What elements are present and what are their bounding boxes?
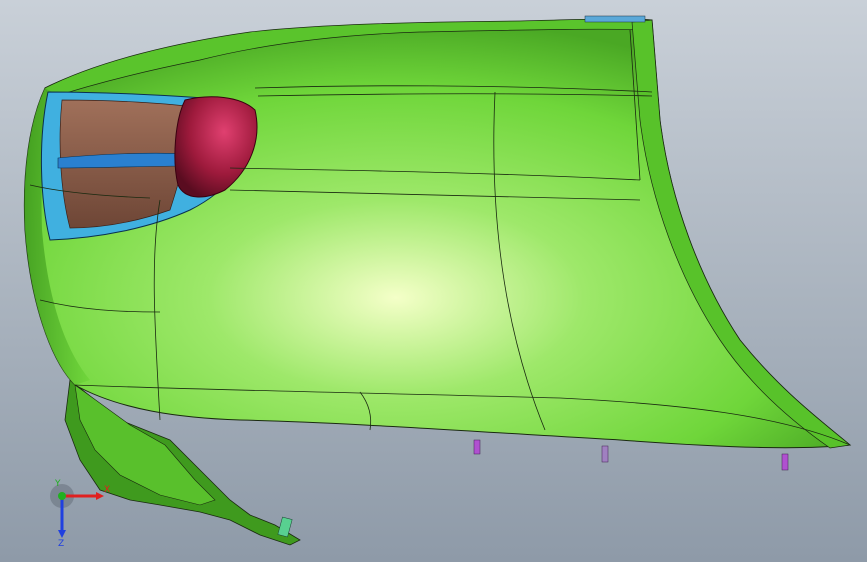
z-axis-label: Z xyxy=(58,539,64,548)
cad-model-view[interactable] xyxy=(0,0,867,562)
coordinate-triad: X Y Z xyxy=(50,479,110,548)
mount-pin xyxy=(601,445,609,463)
x-axis-head xyxy=(96,492,104,500)
y-axis-dot xyxy=(58,492,66,500)
top-tab xyxy=(584,15,646,23)
z-axis-head xyxy=(58,530,66,538)
mount-pin xyxy=(473,439,481,455)
mount-pin xyxy=(781,453,789,471)
cad-viewport[interactable]: X Y Z xyxy=(0,0,867,562)
x-axis-label: X xyxy=(104,485,110,495)
y-axis-label: Y xyxy=(54,479,61,489)
